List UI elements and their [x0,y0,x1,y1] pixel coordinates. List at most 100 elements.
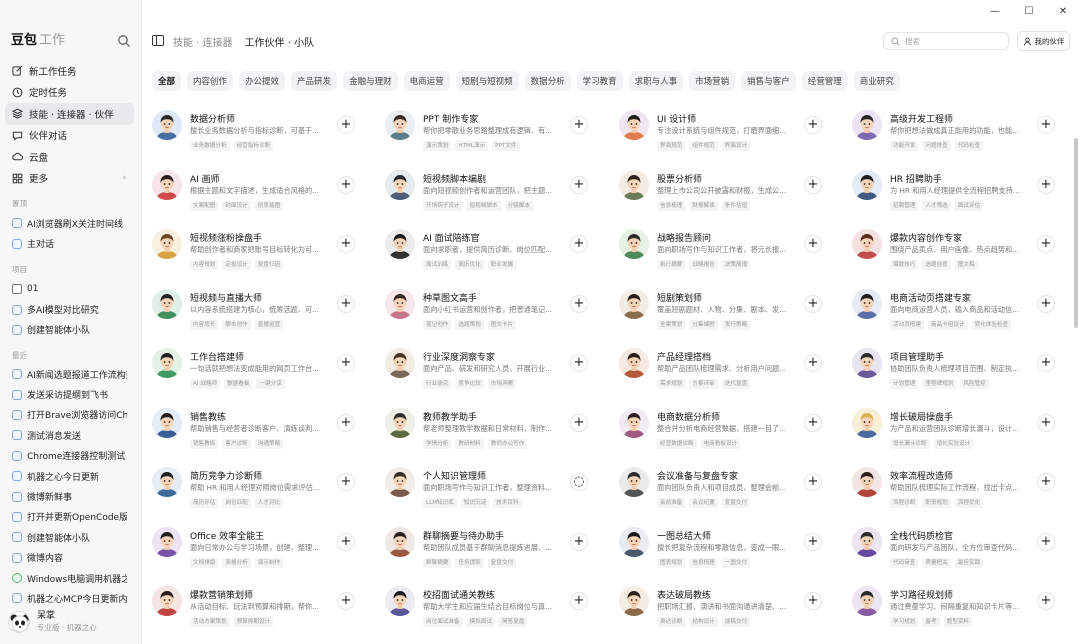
list-item[interactable]: 机器之心MCP今日更新内容 [5,588,134,608]
list-item[interactable]: 多AI模型对比研究 [5,299,134,319]
sidebar-item-0[interactable]: 新工作任务 [5,60,134,82]
maximize-icon[interactable]: ☐ [1012,0,1046,22]
add-partner-button[interactable]: + [337,354,355,372]
add-partner-button[interactable]: + [337,592,355,610]
add-partner-button[interactable]: + [1037,473,1055,491]
category-chip[interactable]: 办公提效 [239,71,286,91]
category-chip[interactable]: 金融与理财 [343,71,398,91]
add-partner-button[interactable]: + [570,175,588,194]
partner-card[interactable]: 教师教学助手 帮老师整理教学数据和日常材料，制作... 学情分析 教研材料 教师办公写作… [383,407,608,464]
partner-card[interactable]: 会议准备与复盘专家 面向团队负责人和项目成员，整理会前... 会前准备 会议纪要 复盘交… [617,467,842,523]
partner-card[interactable]: 高级开发工程师 帮你把想法做成真正能用的功能，也能... 功能开发 问题排查 代码检查 + [850,110,1075,166]
list-item[interactable]: 主对话 [5,233,134,253]
sidebar-toggle-icon[interactable] [152,35,164,46]
partner-card[interactable]: 表达破局教练 把职场汇报、演讲和书面沟通讲清楚、... 表达诊断 结构设计 成稿交付 + [617,586,842,642]
list-item[interactable]: 微博内容 [5,548,134,568]
add-partner-button[interactable]: + [570,116,588,134]
partner-card[interactable]: 爆款内容创作专家 围绕产品卖点、用户画像、热点趋势和... 爆款技巧 选题创意 图文稿 + [850,229,1075,285]
partner-card[interactable]: 电商数据分析师 整合并分析电商经营数据，搭建一目了... 经营数据诊断 电商看板设计 + [617,407,842,464]
add-partner-button[interactable]: + [337,175,355,194]
list-item[interactable]: 创建智能体小队 [5,527,134,547]
partner-card[interactable]: 股票分析师 整理上市公司公开披露和财报，生成公... 信息梳理 财报解读 条件估值 + [617,169,842,226]
partner-card[interactable]: 群聊摘要与待办助手 帮助团队成员基于群聊消息提炼进展、... 群聊摘要 任务提取 复盘交… [383,526,608,583]
partner-card[interactable]: 行业深度洞察专家 面向产品、研发和研究人员，开展行业... 行业研究 竞争比较 市场洞察… [383,348,608,404]
category-chip[interactable]: 求职与人事 [628,71,684,91]
my-partner-button[interactable]: 我的伙伴 [1017,31,1070,51]
partner-card[interactable]: 学习路径规划师 通过费曼学习、间隔重复和知识卡片等... 学习规划 备考 题型资料 + [850,586,1075,642]
list-item[interactable]: 打开Brave浏览器访问Chrome [5,405,134,425]
close-icon[interactable]: ✕ [1046,0,1080,22]
add-partner-button[interactable]: + [1037,175,1055,194]
user-profile[interactable]: 呆掌 专业版 · 机器之心 [8,610,97,633]
add-partner-button[interactable]: + [570,235,588,253]
add-partner-button[interactable]: + [1037,235,1055,253]
partner-card[interactable]: 简历竞争力诊断师 帮助 HR 和用人经理对照岗位需求评估... 简历评估 岗位匹配 人才… [150,467,375,523]
add-partner-button[interactable]: + [570,294,588,313]
add-partner-button[interactable]: + [337,413,355,432]
partner-card[interactable]: 销售教练 帮助销售与经营者诊断客户、演练谈判... 销售教练 客户诊断 沟通策略 + [150,407,375,464]
breadcrumb-parent[interactable]: 技能 · 连接器 [173,38,233,49]
add-partner-button[interactable]: + [1037,413,1055,432]
partner-card[interactable]: 增长破局操盘手 为产品和运营团队诊断增长漏斗，设计... 增长漏斗诊断 增长实验设计 + [850,407,1075,464]
list-item[interactable]: 发送采访提纲到飞书 [5,384,134,404]
add-partner-button[interactable]: + [337,294,355,313]
list-item[interactable]: Chrome连接器控制测试 [5,446,134,466]
partner-card[interactable]: 产品经理搭档 帮助产品团队梳理需求、分析用户问题... 需求规划 方案评审 迭代复盘 + [617,348,842,404]
partner-card[interactable]: UI 设计师 专注设计系统与组件规范，打磨界面细... 界面规范 组件规范 界面设计 + [617,110,842,166]
add-partner-button[interactable]: + [570,413,588,432]
partner-card[interactable]: 电商活动页搭建专家 面向电商运营人员，输入商品和活动信... 活动页搭建 商品卡组设计… [850,288,1075,345]
add-partner-button[interactable]: + [804,116,822,134]
partner-card[interactable]: Office 效率全能王 面向日常办公与学习场景，创建、整理... 文档排版 表格分析… [150,526,375,583]
category-chip[interactable]: 电商运营 [403,71,450,91]
add-partner-button[interactable]: + [1037,294,1055,313]
add-partner-button[interactable]: + [804,175,822,194]
partner-card[interactable]: 一图总结大师 擅长把复杂流程和零散信息，变成一眼... 图表规划 信息梳理 一图交付 + [617,526,842,583]
partner-card[interactable]: AI 面试陪练官 面向求职者，提供简历诊断、岗位匹配... 面试训练 简历优化 职业发展… [383,229,608,285]
partner-card[interactable]: 校招面试通关教练 帮助大学生和应届生结合目标岗位与真... 岗位面试准备 模拟面试 简答… [383,586,608,642]
sidebar-item-1[interactable]: 定时任务 [5,82,134,104]
add-partner-button[interactable]: + [570,532,588,551]
category-chip[interactable]: 产品研发 [291,71,338,91]
add-partner-button[interactable]: + [804,532,822,551]
sidebar-item-4[interactable]: 云盘 [5,146,134,168]
category-chip[interactable]: 内容创作 [187,71,234,91]
list-item[interactable]: AI浏览器刷X关注时间线 [5,213,134,233]
add-partner-button[interactable]: + [1037,116,1055,134]
add-partner-button[interactable]: + [337,235,355,253]
sidebar-item-5[interactable]: 更多 › [5,168,134,190]
add-partner-button[interactable]: + [804,235,822,253]
sidebar-item-2[interactable]: 技能 · 连接器 · 伙伴 [5,103,134,125]
add-partner-button[interactable]: + [337,473,355,491]
chat-partner-button[interactable]: ◌ [570,473,588,491]
list-item[interactable]: AI新闻选题报道工作流构建 [5,364,134,384]
partner-card[interactable]: AI 画师 根据主题和文字描述，生成适合风格的... 文案配图 封面设计 创意插图 + [150,169,375,226]
add-partner-button[interactable]: + [1037,354,1055,372]
list-item[interactable]: 创建智能体小队 [5,320,134,340]
search-input[interactable]: 搜索 [883,32,1009,50]
category-chip[interactable]: 销售与客户 [741,71,796,91]
list-item[interactable]: 机器之心今日更新 [5,466,134,486]
partner-card[interactable]: 战略报告顾问 面向职场写作与知识工作者，将元长报... 执行摘要 战略报告 决策简报 + [617,229,842,285]
partner-card[interactable]: 短剧策划师 覆盖短剧题材、人物、分集、剧本、发... 全案策划 分集编剧 发行策略 + [617,288,842,345]
partner-card[interactable]: HR 招聘助手为 HR 和用人经理提供全流程招聘支持... 招聘管理 人才筛选 面试评… [850,169,1075,226]
partner-card[interactable]: PPT 制作专家 帮你把零散业务思路整理成有逻辑、有... 演示策划 HTML演示 PP… [383,110,608,166]
list-item[interactable]: Windows电脑调用机器之心 [5,568,134,588]
partner-card[interactable]: 工作台搭建师 一句话就把想法变成能用的网页工作台... AI 战略师 数据看板 一键分享… [150,348,375,404]
partner-card[interactable]: 效率流程改造师 帮助团队梳理实际工作流程，找出卡点... 流程诊断 职责规划 流程优化 + [850,467,1075,523]
category-chip[interactable]: 学习教育 [576,71,623,91]
add-partner-button[interactable]: + [804,294,822,313]
add-partner-button[interactable]: + [1037,592,1055,610]
partner-card[interactable]: 种草图文高手 面向小红书运营和创作者，把普通笔记... 笔记创作 选题策划 图文卡片 + [383,288,608,345]
category-chip[interactable]: 经营管理 [801,71,848,91]
add-partner-button[interactable]: + [337,116,355,134]
add-partner-button[interactable]: + [337,532,355,551]
add-partner-button[interactable]: + [1037,532,1055,551]
add-partner-button[interactable]: + [570,592,588,610]
add-partner-button[interactable]: + [570,354,588,372]
partner-card[interactable]: 个人知识管理师 面向职场写作与知识工作者，整理资料... LLM知识库 知识沉淀 技术百… [383,467,608,523]
category-chip[interactable]: 短剧与短视频 [455,71,519,91]
list-item[interactable]: 微博新鲜事 [5,486,134,506]
list-item[interactable]: 01 [5,279,134,299]
category-chip[interactable]: 商业研究 [853,71,900,91]
category-chip[interactable]: 市场营销 [689,71,736,91]
